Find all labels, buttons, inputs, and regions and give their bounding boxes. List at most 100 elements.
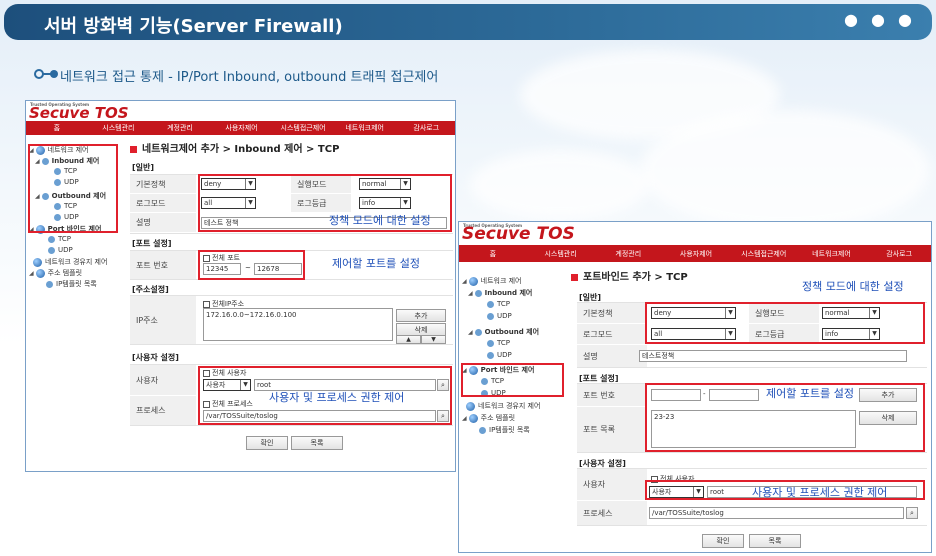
port-from-field[interactable] (651, 389, 701, 401)
tree-item-port-bind[interactable]: ◢ Port 바인드 제어 (29, 224, 101, 234)
tree-item-tcp[interactable]: TCP (54, 202, 77, 210)
menu-system[interactable]: 시스템관리 (88, 123, 150, 133)
tree-item-udp[interactable]: UDP (481, 389, 506, 397)
menu-account[interactable]: 계정관리 (594, 249, 662, 259)
secuve-logo: Secuve TOS (462, 224, 575, 244)
tree-item-network-control[interactable]: ◢ 네트워크 제어 (462, 276, 522, 286)
basic-policy-select[interactable]: deny ▼ (651, 307, 736, 319)
all-process-checkbox[interactable]: 전체 프로세스 (203, 399, 253, 409)
title-marker-icon (130, 145, 137, 153)
list-button[interactable]: 목록 (749, 534, 801, 548)
user-type-select[interactable]: 사용자 ▼ (203, 379, 251, 391)
port-to-field[interactable] (709, 389, 759, 401)
exec-mode-select[interactable]: normal ▼ (359, 178, 411, 190)
menu-system[interactable]: 시스템관리 (527, 249, 595, 259)
user-type-select[interactable]: 사용자 ▼ (649, 486, 704, 498)
dots-decoration: ● ● ● (843, 10, 916, 29)
menu-network-control[interactable]: 네트워크제어 (798, 249, 866, 259)
chevron-down-icon: ▼ (400, 179, 410, 189)
basic-policy-select[interactable]: deny ▼ (201, 178, 256, 190)
globe-icon (35, 224, 45, 234)
chevron-down-icon: ▼ (869, 329, 879, 339)
search-icon[interactable]: ⌕ (437, 410, 449, 422)
label-user: 사용자 (130, 365, 196, 395)
chevron-down-icon: ▼ (725, 329, 735, 339)
section-address: [주소설정] (132, 285, 169, 294)
form-title: 네트워크제어 추가 > Inbound 제어 > TCP (130, 140, 339, 155)
globe-icon (33, 257, 42, 267)
move-down-button[interactable]: ▼ (421, 335, 446, 344)
tree-item-network-control[interactable]: ◢ 네트워크 제어 (29, 145, 89, 155)
tree-item-tcp[interactable]: TCP (487, 339, 510, 347)
menu-home[interactable]: 홈 (459, 249, 527, 259)
node-icon (481, 377, 488, 385)
tree-item-inbound[interactable]: ◢ Inbound 제어 (468, 288, 532, 298)
tree-item-ip-template-list[interactable]: IP템플릿 목록 (479, 425, 530, 435)
annotation-port: 제어할 포트를 설정 (332, 257, 420, 270)
tree-item-route[interactable]: 네트워크 경유지 제어 (33, 257, 107, 267)
move-up-button[interactable]: ▲ (396, 335, 421, 344)
menu-audit-log[interactable]: 감사로그 (395, 123, 455, 133)
tree-item-udp[interactable]: UDP (54, 213, 79, 221)
log-level-select[interactable]: info ▼ (359, 197, 411, 209)
node-icon (474, 289, 482, 297)
port-from-field[interactable]: 12345 (203, 263, 241, 275)
menu-account[interactable]: 계정관리 (149, 123, 211, 133)
log-level-select[interactable]: info ▼ (822, 328, 880, 340)
label-user: 사용자 (577, 469, 647, 500)
tree-item-udp[interactable]: UDP (48, 246, 73, 254)
tree-item-tcp[interactable]: TCP (48, 235, 71, 243)
screenshot-port-bind-tcp: Trusted Operating System Secuve TOS 홈 시스… (458, 221, 932, 553)
process-field[interactable]: /var/TOSSuite/toslog (203, 410, 436, 422)
all-users-checkbox[interactable]: 전체 사용자 (203, 368, 246, 378)
add-port-button[interactable]: 추가 (859, 388, 917, 402)
section-user: [사용자 설정] (132, 353, 179, 362)
tree-item-udp[interactable]: UDP (54, 178, 79, 186)
tree-item-port-bind[interactable]: ◢ Port 바인드 제어 (462, 365, 534, 375)
globe-icon (468, 365, 478, 375)
menu-system-access[interactable]: 시스템접근제어 (272, 123, 334, 133)
tree-item-inbound[interactable]: ◢ Inbound 제어 (35, 156, 99, 166)
menu-user-control[interactable]: 사용자제어 (662, 249, 730, 259)
label-port: 포트 번호 (577, 384, 647, 406)
menu-network-control[interactable]: 네트워크제어 (334, 123, 396, 133)
add-ip-button[interactable]: 추가 (396, 309, 446, 322)
search-icon[interactable]: ⌕ (906, 507, 918, 519)
tree-item-route[interactable]: 네트워크 경유지 제어 (466, 401, 540, 411)
port-range-separator: ~ (245, 264, 251, 272)
ok-button[interactable]: 확인 (702, 534, 744, 548)
menu-audit-log[interactable]: 감사로그 (865, 249, 931, 259)
tree-item-outbound[interactable]: ◢ Outbound 제어 (35, 191, 106, 201)
all-users-checkbox[interactable]: 전체 사용자 (651, 474, 694, 484)
menu-home[interactable]: 홈 (26, 123, 88, 133)
all-ports-checkbox[interactable]: 전체 포트 (203, 253, 240, 263)
globe-icon (468, 413, 478, 423)
tree-item-addr-template[interactable]: ◢ 주소 템플릿 (29, 268, 82, 278)
delete-port-button[interactable]: 삭제 (859, 411, 917, 425)
exec-mode-select[interactable]: normal ▼ (822, 307, 880, 319)
menu-user-control[interactable]: 사용자제어 (211, 123, 273, 133)
label-process: 프로세스 (130, 396, 196, 425)
process-field[interactable]: /var/TOSSuite/toslog (649, 507, 904, 519)
ok-button[interactable]: 확인 (246, 436, 288, 450)
tree-item-udp[interactable]: UDP (487, 351, 512, 359)
log-mode-select[interactable]: all ▼ (651, 328, 736, 340)
port-to-field[interactable]: 12678 (254, 263, 302, 275)
node-icon (46, 280, 53, 288)
tree-item-tcp[interactable]: TCP (487, 300, 510, 308)
log-mode-select[interactable]: all ▼ (201, 197, 256, 209)
port-list[interactable]: 23-23 (651, 410, 856, 448)
description-field[interactable]: 테스트정책 (639, 350, 907, 362)
tree-item-tcp[interactable]: TCP (54, 167, 77, 175)
cloud-decoration (470, 150, 650, 220)
list-button[interactable]: 목록 (291, 436, 343, 450)
tree-item-udp[interactable]: UDP (487, 312, 512, 320)
tree-item-outbound[interactable]: ◢ Outbound 제어 (468, 327, 539, 337)
search-icon[interactable]: ⌕ (437, 379, 449, 391)
tree-item-addr-template[interactable]: ◢ 주소 템플릿 (462, 413, 515, 423)
tree-item-tcp[interactable]: TCP (481, 377, 504, 385)
ip-list[interactable]: 172.16.0.0~172.16.0.100 (203, 308, 393, 341)
menu-system-access[interactable]: 시스템접근제어 (730, 249, 798, 259)
secuve-logo: Secuve TOS (29, 104, 129, 122)
tree-item-ip-template-list[interactable]: IP템플릿 목록 (46, 279, 97, 289)
